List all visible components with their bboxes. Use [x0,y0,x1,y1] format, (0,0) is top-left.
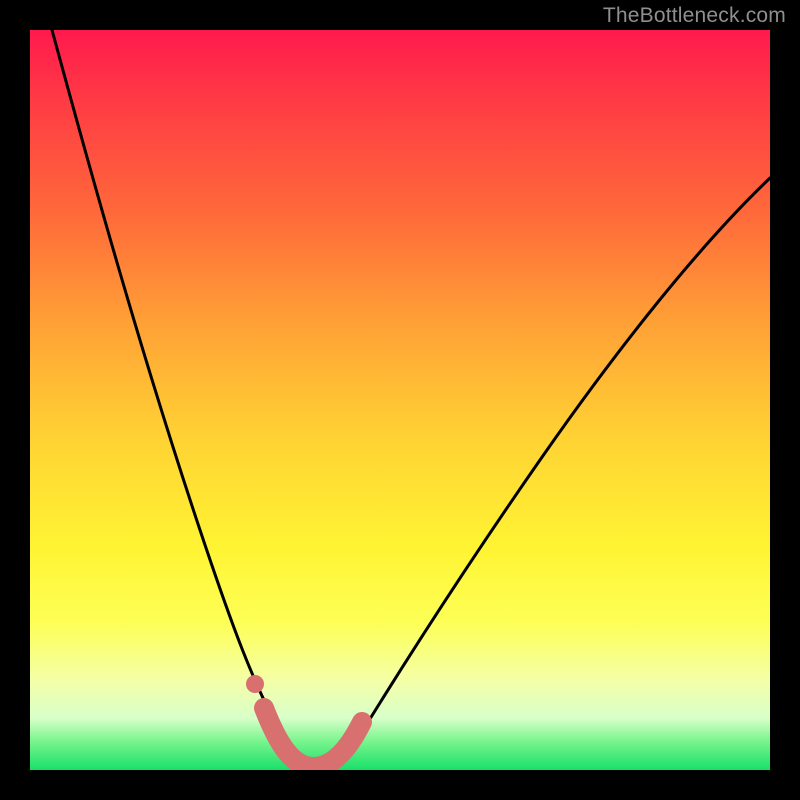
bottleneck-curve [52,30,770,770]
watermark-text: TheBottleneck.com [603,4,786,28]
highlight-arc [264,708,362,767]
highlight-dot [246,675,264,693]
curve-overlay [30,30,770,770]
gradient-plot-area [30,30,770,770]
